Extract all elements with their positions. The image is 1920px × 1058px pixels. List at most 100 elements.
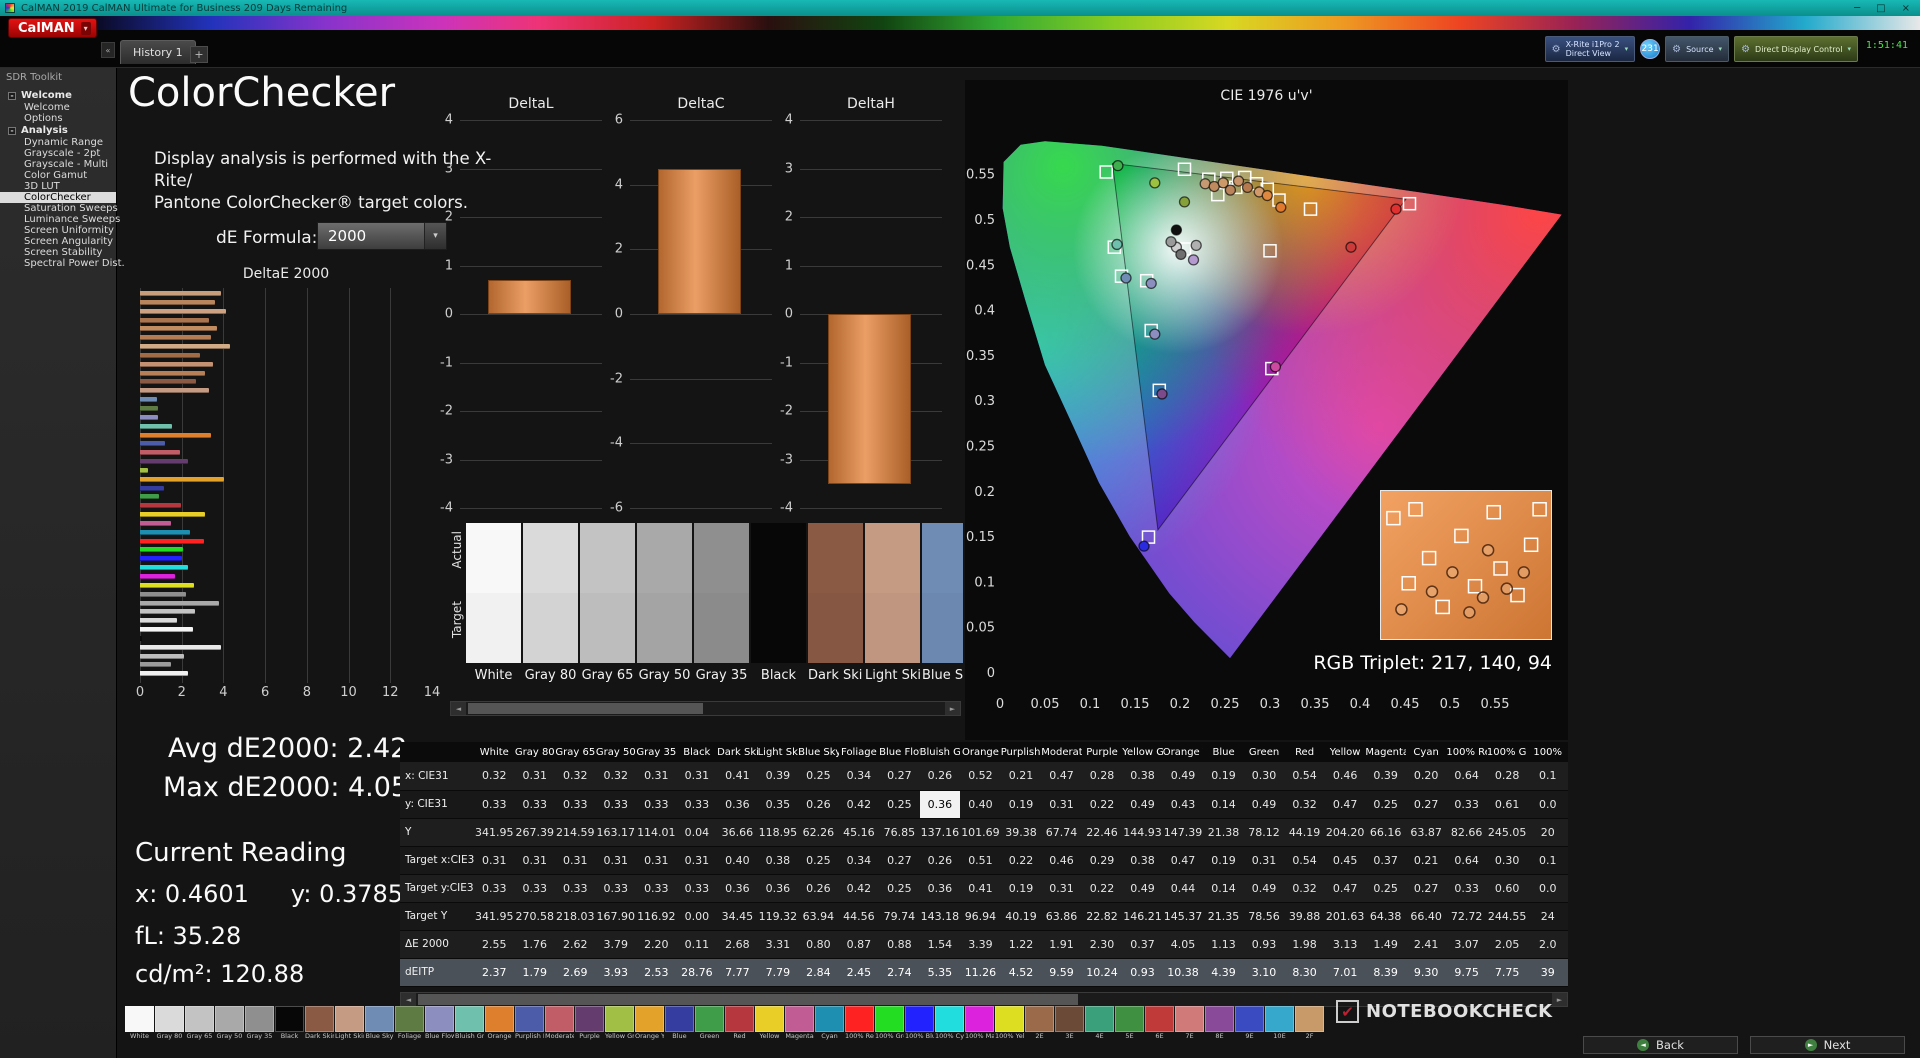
strip-patch-2e[interactable]: 2E — [1025, 1006, 1054, 1041]
strip-patch-5e[interactable]: 5E — [1115, 1006, 1144, 1041]
table-cell: 0.87 — [838, 930, 880, 959]
strip-patch-yellow[interactable]: Yellow — [755, 1006, 784, 1041]
next-button[interactable]: ► Next — [1750, 1036, 1905, 1054]
sidebar-item-colorchecker[interactable]: ColorChecker — [0, 192, 116, 203]
scroll-left-icon[interactable]: ◄ — [451, 702, 466, 715]
sidebar-section-analysis[interactable]: - Analysis — [0, 124, 116, 137]
sidebar-item-welcome[interactable]: Welcome — [0, 102, 116, 113]
collapse-icon[interactable]: - — [8, 126, 16, 135]
strip-patch-gray-80[interactable]: Gray 80 — [155, 1006, 184, 1041]
strip-patch-100-blue[interactable]: 100% Blue — [905, 1006, 934, 1041]
strip-patch-blue-sky[interactable]: Blue Sky — [365, 1006, 394, 1041]
maximize-button[interactable]: □ — [1876, 3, 1885, 14]
gridline — [630, 120, 772, 121]
source-selector[interactable]: ⚙ Source ▾ — [1665, 36, 1730, 62]
patch-scrollbar[interactable]: ◄ ► — [450, 701, 961, 716]
sidebar-item-screen-stability[interactable]: Screen Stability — [0, 247, 116, 258]
delta-e-bar — [140, 512, 206, 518]
strip-patch-3e[interactable]: 3E — [1055, 1006, 1084, 1041]
strip-patch-orange-yellow[interactable]: Orange Yellow — [635, 1006, 664, 1041]
strip-patch-gray-35[interactable]: Gray 35 — [245, 1006, 274, 1041]
sidebar-item-screen-angularity[interactable]: Screen Angularity — [0, 236, 116, 247]
scroll-right-icon[interactable]: ► — [1552, 993, 1567, 1006]
strip-patch-100-red[interactable]: 100% Red — [845, 1006, 874, 1041]
strip-patch-blue-flower[interactable]: Blue Flower — [425, 1006, 454, 1041]
sidebar-item-grayscale-2pt[interactable]: Grayscale - 2pt — [0, 148, 116, 159]
table-cell: 1.91 — [1041, 930, 1082, 959]
patch-label: 100% Blue — [905, 1032, 934, 1040]
delta-e-bar — [140, 671, 188, 677]
patch-label: Gray 80 — [524, 668, 577, 683]
strip-patch-gray-65[interactable]: Gray 65 — [185, 1006, 214, 1041]
scrollbar-thumb[interactable] — [468, 703, 703, 714]
strip-patch-red[interactable]: Red — [725, 1006, 754, 1041]
strip-patch-7e[interactable]: 7E — [1175, 1006, 1204, 1041]
sidebar-item-screen-uniformity[interactable]: Screen Uniformity — [0, 225, 116, 236]
strip-patch-8e[interactable]: 8E — [1205, 1006, 1234, 1041]
delta-e-bar — [140, 520, 172, 526]
add-tab-button[interactable]: + — [190, 46, 208, 63]
back-button[interactable]: ◄ Back — [1583, 1036, 1738, 1054]
sidebar-item-options[interactable]: Options — [0, 113, 116, 124]
sidebar-item-3d-lut[interactable]: 3D LUT — [0, 181, 116, 192]
strip-patch-2f[interactable]: 2F — [1295, 1006, 1324, 1041]
strip-patch-100-magenta[interactable]: 100% Magenta — [965, 1006, 994, 1041]
strip-patch-4e[interactable]: 4E — [1085, 1006, 1114, 1041]
strip-patch-orange[interactable]: Orange — [485, 1006, 514, 1041]
strip-patch-100-green[interactable]: 100% Green — [875, 1006, 904, 1041]
sidebar-item-color-gamut[interactable]: Color Gamut — [0, 170, 116, 181]
gridline — [630, 443, 772, 445]
strip-patch-white[interactable]: White — [125, 1006, 154, 1041]
display-control-label: Direct Display Control — [1755, 44, 1843, 54]
table-cell: 0.27 — [879, 846, 920, 875]
strip-patch-10e[interactable]: 10E — [1265, 1006, 1294, 1041]
display-control-selector[interactable]: ⚙ Direct Display Control ▾ — [1734, 36, 1858, 62]
strip-patch-blue[interactable]: Blue — [665, 1006, 694, 1041]
scroll-right-icon[interactable]: ► — [945, 702, 960, 715]
sidebar-collapse-button[interactable]: « — [101, 42, 115, 58]
strip-patch-cyan[interactable]: Cyan — [815, 1006, 844, 1041]
minimize-button[interactable]: ─ — [1854, 3, 1860, 14]
scroll-left-icon[interactable]: ◄ — [401, 993, 416, 1006]
strip-patch-magenta[interactable]: Magenta — [785, 1006, 814, 1041]
gridline — [460, 459, 602, 461]
rgb-triplet-label: RGB Triplet: 217, 140, 94 — [1313, 652, 1552, 674]
close-button[interactable]: × — [1902, 3, 1910, 14]
scrollbar-thumb[interactable] — [418, 994, 1078, 1005]
sidebar-item-dynamic-range[interactable]: Dynamic Range — [0, 137, 116, 148]
strip-patch-bluish-green[interactable]: Bluish Green — [455, 1006, 484, 1041]
calman-menu-button[interactable]: CalMAN ▾ — [8, 18, 97, 38]
patch-label: Gray 35 — [246, 1032, 273, 1040]
strip-patch-100-yellow[interactable]: 100% Yellow — [995, 1006, 1024, 1041]
meter-selector[interactable]: ⚙ X-Rite i1Pro 2 Direct View ▾ — [1544, 36, 1636, 62]
sidebar-item-spectral-power-dist[interactable]: Spectral Power Dist. — [0, 258, 125, 269]
strip-patch-black[interactable]: Black — [275, 1006, 304, 1041]
scrollbar-track[interactable] — [703, 702, 945, 715]
measurement-marker — [1232, 175, 1245, 187]
sidebar-item-luminance-sweeps[interactable]: Luminance Sweeps — [0, 214, 120, 225]
strip-patch-green[interactable]: Green — [695, 1006, 724, 1041]
table-cell: 0.33 — [595, 874, 637, 903]
strip-patch-foliage[interactable]: Foliage — [395, 1006, 424, 1041]
strip-patch-light-skin[interactable]: Light Skin — [335, 1006, 364, 1041]
strip-patch-yellow-green[interactable]: Yellow Green — [605, 1006, 634, 1041]
strip-patch-6e[interactable]: 6E — [1145, 1006, 1174, 1041]
strip-patch-moderate-red[interactable]: Moderate Red — [545, 1006, 574, 1041]
delta-e-bar — [140, 494, 160, 500]
strip-patch-100-cyan[interactable]: 100% Cyan — [935, 1006, 964, 1041]
strip-patch-dark-skin[interactable]: Dark Skin — [305, 1006, 334, 1041]
y-axis-tick-label: 0.1 — [974, 575, 995, 590]
patch-label: Red — [733, 1032, 746, 1040]
sidebar-section-welcome[interactable]: - Welcome — [0, 89, 116, 102]
strip-patch-purple[interactable]: Purple — [575, 1006, 604, 1041]
de-formula-dropdown[interactable]: 2000 ▾ — [317, 222, 447, 250]
strip-patch-gray-50[interactable]: Gray 50 — [215, 1006, 244, 1041]
sidebar-item-grayscale-multi[interactable]: Grayscale - Multi — [0, 159, 116, 170]
strip-patch-purplish-blue[interactable]: Purplish Blue — [515, 1006, 544, 1041]
strip-patch-9e[interactable]: 9E — [1235, 1006, 1264, 1041]
tab-history-1[interactable]: History 1 — [120, 40, 196, 64]
sidebar-item-saturation-sweeps[interactable]: Saturation Sweeps — [0, 203, 118, 214]
patch-swatch — [185, 1006, 214, 1032]
gear-icon: ⚙ — [1741, 43, 1751, 55]
collapse-icon[interactable]: - — [8, 91, 16, 100]
